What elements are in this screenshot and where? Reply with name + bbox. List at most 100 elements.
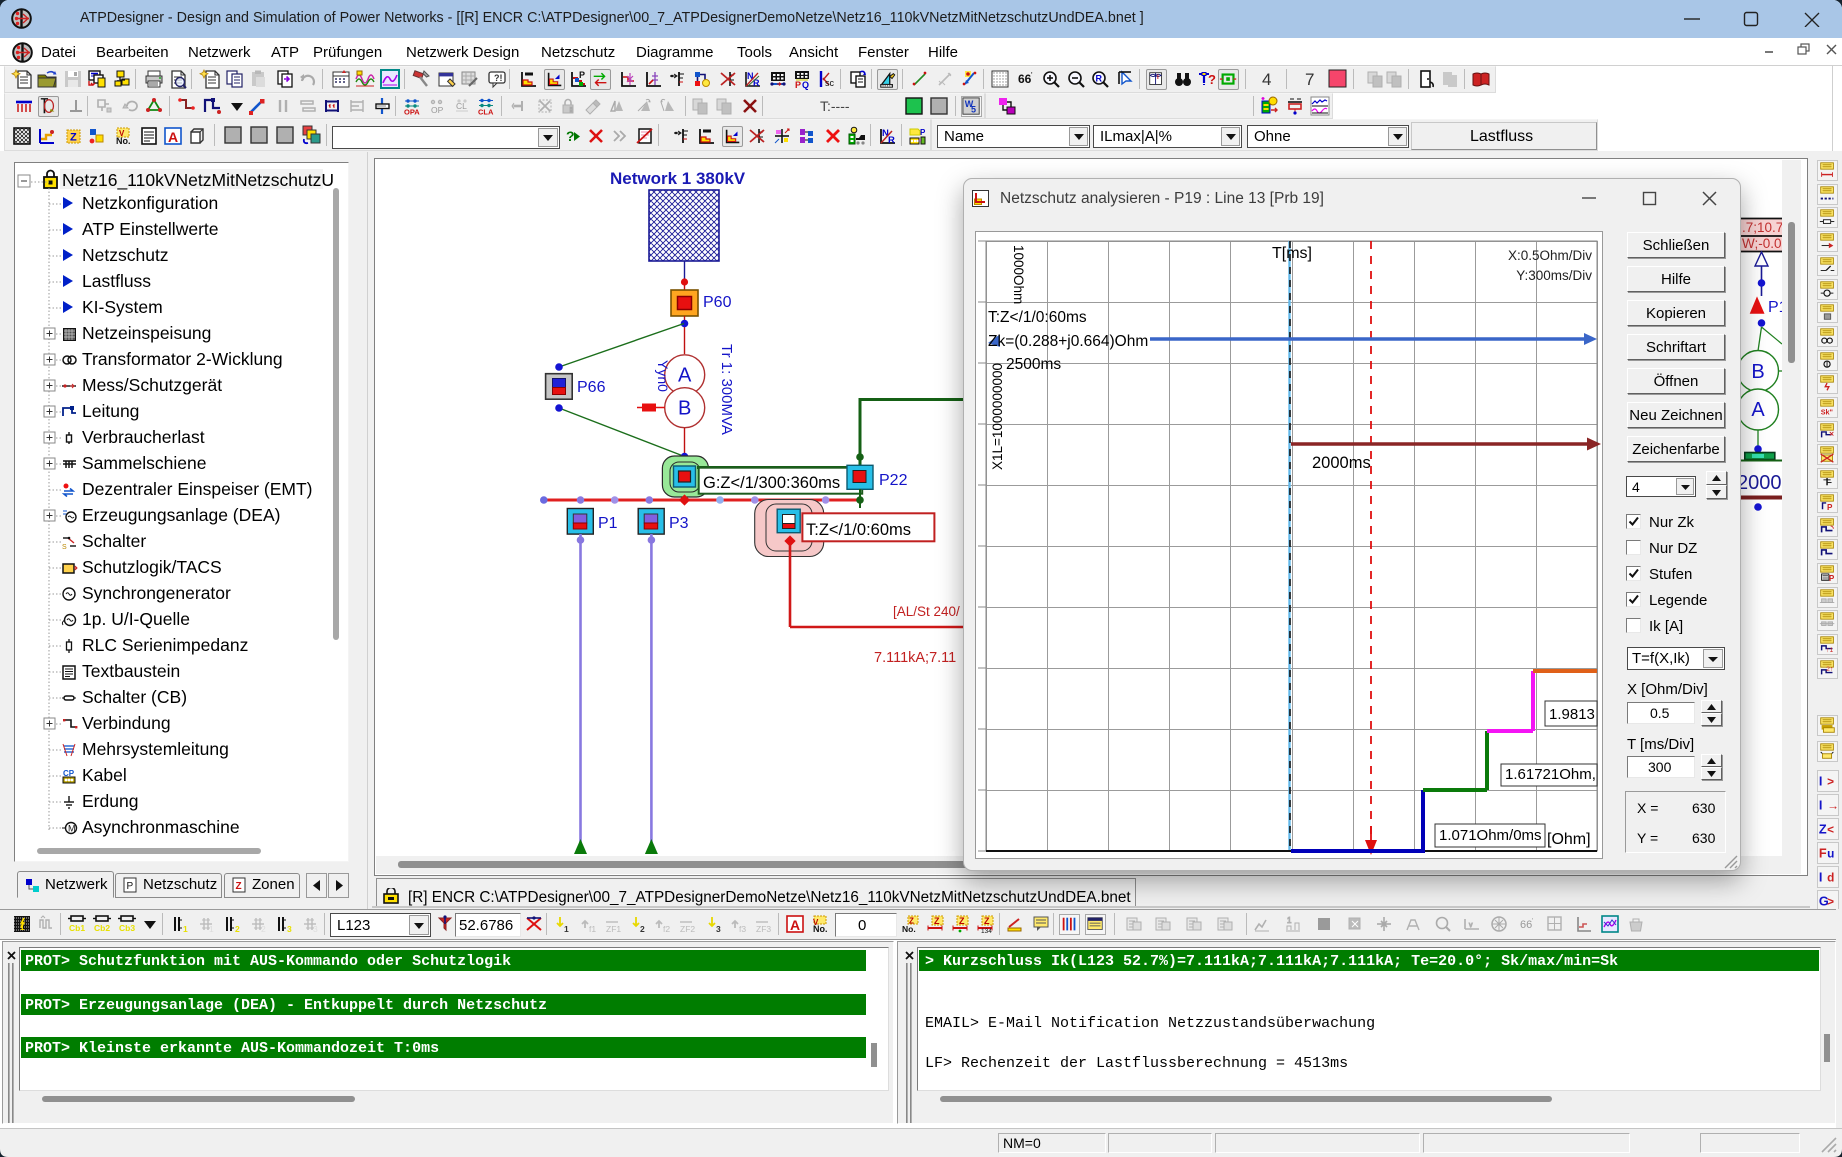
svg-text:': ' [1031, 71, 1033, 80]
svg-text:2: 2 [640, 924, 645, 934]
svg-text:1: 1 [183, 924, 188, 934]
svg-text:P: P [127, 881, 134, 892]
svg-text:1.9813: 1.9813 [1549, 706, 1595, 723]
svg-text:Z: Z [70, 132, 77, 144]
svg-text:Z: Z [236, 881, 242, 892]
svg-text:F: F [1819, 846, 1827, 861]
svg-text:2: 2 [261, 924, 266, 934]
svg-text:P: P [1829, 574, 1835, 583]
svg-text:?!: ?! [494, 73, 503, 83]
svg-text:T:Z</1/0:60ms: T:Z</1/0:60ms [806, 521, 911, 539]
svg-text:Cb3: Cb3 [119, 923, 135, 933]
svg-text:>: > [1827, 895, 1834, 909]
svg-text:I: I [1819, 774, 1823, 789]
svg-text:<: < [1827, 823, 1834, 837]
svg-text:Q: Q [802, 80, 809, 90]
svg-text:CLA: CLA [478, 108, 494, 117]
svg-text:>: > [1827, 775, 1834, 789]
svg-text:No.: No. [813, 924, 828, 934]
svg-text:X:0.5Ohm/Div: X:0.5Ohm/Div [1508, 248, 1592, 263]
svg-text:1000Ohm: 1000Ohm [1011, 245, 1026, 304]
svg-text:134: 134 [981, 928, 992, 935]
svg-text:f1: f1 [589, 924, 596, 934]
svg-text:B: B [678, 398, 691, 420]
svg-text:P3: P3 [669, 515, 689, 532]
svg-text:?: ? [1208, 72, 1216, 87]
svg-text:3: 3 [287, 924, 292, 934]
svg-text:ZF3: ZF3 [756, 924, 771, 934]
svg-text:66: 66 [1520, 919, 1532, 931]
svg-text:Z: Z [1819, 822, 1827, 837]
svg-text:Tr 1: 300MVA: Tr 1: 300MVA [718, 344, 735, 435]
svg-text:Y:300ms/Div: Y:300ms/Div [1516, 268, 1592, 283]
svg-text:R: R [1096, 74, 1103, 84]
svg-text:I: I [1819, 798, 1823, 813]
svg-text:Cb1: Cb1 [69, 923, 85, 933]
svg-text:1: 1 [209, 924, 214, 934]
svg-text:S: S [62, 544, 67, 550]
svg-text:Z: Z [959, 916, 965, 926]
svg-text:P1: P1 [1768, 299, 1782, 316]
svg-text:7: 7 [1305, 70, 1314, 89]
svg-text:Z: Z [984, 916, 990, 926]
svg-text:P: P [1827, 503, 1833, 512]
svg-text:f3: f3 [739, 924, 746, 934]
svg-text:Yyn0: Yyn0 [655, 360, 671, 392]
svg-text:2000ms: 2000ms [1312, 454, 1371, 472]
svg-text:Z: Z [934, 916, 940, 926]
svg-text:66: 66 [1018, 72, 1032, 86]
svg-text:[AL/St 240/: [AL/St 240/ [893, 604, 960, 619]
svg-text:5: 5 [971, 104, 976, 114]
svg-text:OP: OP [431, 105, 444, 115]
svg-text:→: → [1827, 799, 1839, 813]
svg-text:2: 2 [235, 924, 240, 934]
svg-text:1: 1 [20, 923, 25, 932]
svg-text:P22: P22 [879, 472, 908, 489]
svg-text:3: 3 [313, 924, 318, 934]
svg-text:No.: No. [902, 924, 916, 934]
svg-text:P1: P1 [598, 515, 618, 532]
svg-text:A: A [678, 365, 692, 387]
svg-text:d: d [1827, 871, 1834, 885]
svg-text:ZF2: ZF2 [680, 924, 695, 934]
svg-text:': ' [1532, 918, 1533, 925]
svg-text:u: u [1827, 847, 1834, 861]
svg-text:?: ? [566, 128, 575, 144]
svg-text:2000: 2000 [1737, 472, 1782, 494]
svg-text:M: M [68, 824, 76, 834]
svg-text:I: I [1819, 870, 1823, 885]
svg-text:R: R [888, 135, 895, 146]
svg-text:T:Z</1/0:60ms: T:Z</1/0:60ms [988, 309, 1087, 326]
svg-text:A: A [168, 129, 178, 145]
svg-text:1: 1 [1287, 916, 1292, 925]
svg-text:G:Z</1/300:360ms: G:Z</1/300:360ms [703, 474, 840, 492]
svg-text:3: 3 [716, 924, 721, 934]
svg-text:v: v [1469, 922, 1473, 929]
svg-text:A: A [1751, 399, 1765, 421]
svg-text:1: 1 [564, 924, 569, 934]
svg-text:↑1: ↑1 [1826, 647, 1833, 654]
svg-text:ZF1: ZF1 [606, 924, 621, 934]
svg-text:1.071Ohm/0ms: 1.071Ohm/0ms [1439, 827, 1542, 844]
svg-text:[Ohm]: [Ohm] [1547, 831, 1591, 848]
svg-text:sc: sc [825, 78, 835, 88]
svg-text:4: 4 [1262, 70, 1271, 89]
svg-text:Sk": Sk" [1821, 407, 1833, 416]
svg-text:7.111kA;7.11: 7.111kA;7.11 [874, 650, 956, 666]
svg-text:P: P [920, 128, 926, 137]
svg-text:X1L=1000000000: X1L=1000000000 [990, 363, 1005, 470]
svg-text:R: R [753, 78, 760, 88]
svg-text:Cb2: Cb2 [94, 923, 110, 933]
svg-text:P: P [795, 80, 801, 90]
svg-text:2500ms: 2500ms [1006, 356, 1061, 373]
svg-text:.7;10.7: .7;10.7 [1742, 220, 1782, 235]
svg-text:A: A [790, 917, 800, 933]
svg-text:P: P [579, 70, 585, 80]
svg-text:2↑: 2↑ [1826, 665, 1833, 672]
svg-text:1.61721Ohm,: 1.61721Ohm, [1505, 766, 1596, 783]
svg-text:Zk=(0.288+j0.664)Ohm: Zk=(0.288+j0.664)Ohm [988, 333, 1148, 350]
svg-text:No.: No. [116, 136, 131, 146]
svg-text:T[ms]: T[ms] [1272, 245, 1312, 262]
svg-text:W;-0.02: W;-0.02 [1742, 236, 1782, 251]
svg-text:OPA: OPA [404, 108, 420, 117]
